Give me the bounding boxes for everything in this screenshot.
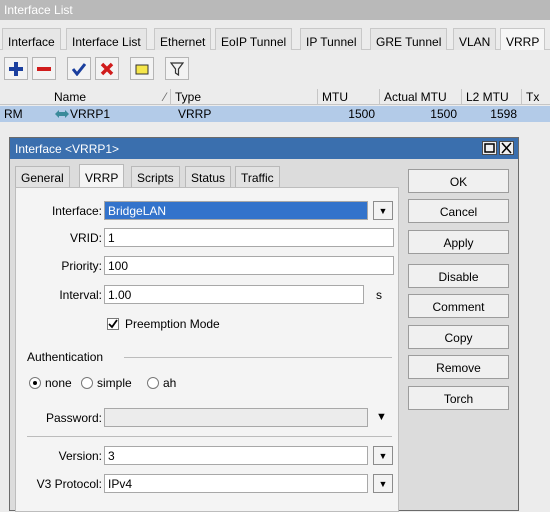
- filter-button[interactable]: [165, 57, 189, 80]
- auth-simple-label: simple: [97, 376, 132, 390]
- vrid-label: VRID:: [69, 231, 102, 245]
- dropdown-icon: ▼: [378, 205, 388, 216]
- table-header: Name ⁄ Type MTU Actual MTU L2 MTU Tx: [0, 89, 550, 105]
- auth-none-label: none: [45, 376, 72, 390]
- col-actual-mtu[interactable]: Actual MTU: [379, 89, 461, 105]
- dropdown-icon: ▼: [378, 450, 388, 461]
- window-title: Interface List: [0, 0, 550, 20]
- tab-gre-tunnel[interactable]: GRE Tunnel: [370, 28, 448, 50]
- row-mtu: 1500: [348, 107, 375, 121]
- priority-label: Priority:: [61, 259, 102, 273]
- version-select[interactable]: 3: [104, 446, 368, 465]
- minus-icon: [37, 66, 51, 71]
- version-label: Version:: [58, 449, 102, 463]
- sort-icon: ⁄: [164, 90, 167, 104]
- copy-button[interactable]: Copy: [408, 325, 509, 349]
- vrrp-panel: Interface: BridgeLAN ▼ VRID: 1 Priority:…: [15, 187, 399, 512]
- dialog-tab-vrrp[interactable]: VRRP: [79, 164, 125, 188]
- tab-ip-tunnel[interactable]: IP Tunnel: [300, 28, 363, 50]
- enable-button[interactable]: [67, 57, 91, 80]
- preemption-checkbox[interactable]: [107, 318, 119, 330]
- auth-ah-label: ah: [163, 376, 177, 390]
- version-dropdown-button[interactable]: ▼: [373, 446, 393, 465]
- tab-vlan[interactable]: VLAN: [453, 28, 497, 50]
- tab-vrrp[interactable]: VRRP: [500, 28, 546, 50]
- password-label: Password:: [45, 411, 102, 425]
- row-type: VRRP: [178, 107, 212, 121]
- tab-interface-list[interactable]: Interface List: [66, 28, 147, 50]
- col-name[interactable]: Name: [50, 89, 168, 105]
- tab-interface[interactable]: Interface: [2, 28, 61, 50]
- filter-icon: [170, 61, 184, 76]
- radio-dot: [33, 381, 37, 385]
- note-icon: [135, 64, 149, 74]
- interval-label: Interval:: [59, 288, 102, 302]
- apply-button[interactable]: Apply: [408, 230, 509, 254]
- v3-protocol-select[interactable]: IPv4: [104, 474, 368, 493]
- dialog-tab-general[interactable]: General: [15, 166, 70, 188]
- dialog-tab-status[interactable]: Status: [185, 166, 232, 188]
- auth-simple-radio[interactable]: [81, 377, 93, 389]
- table-row[interactable]: RM VRRP1 VRRP 1500 1500 1598: [0, 106, 550, 122]
- password-input[interactable]: [104, 408, 368, 427]
- checkmark-icon: [108, 319, 118, 329]
- col-mtu[interactable]: MTU: [317, 89, 379, 105]
- row-actual-mtu: 1500: [430, 107, 457, 121]
- v3-protocol-label: V3 Protocol:: [36, 477, 102, 491]
- dialog-title: Interface <VRRP1>: [10, 138, 518, 159]
- interface-dropdown-button[interactable]: ▼: [373, 201, 393, 220]
- dialog-tab-scripts[interactable]: Scripts: [131, 166, 180, 188]
- row-l2-mtu: 1598: [490, 107, 517, 121]
- row-name: VRRP1: [70, 107, 111, 121]
- tab-eoip-tunnel[interactable]: EoIP Tunnel: [215, 28, 293, 50]
- cross-icon: [100, 62, 114, 75]
- add-button[interactable]: [4, 57, 28, 80]
- remove-button[interactable]: Remove: [408, 355, 509, 379]
- row-flags: RM: [4, 107, 23, 121]
- version-divider: [27, 436, 392, 437]
- auth-none-radio[interactable]: [29, 377, 41, 389]
- col-type[interactable]: Type: [170, 89, 317, 105]
- interface-label: Interface:: [51, 204, 102, 218]
- tab-ethernet[interactable]: Ethernet: [154, 28, 212, 50]
- maximize-button[interactable]: [482, 141, 497, 155]
- plus-icon: [9, 61, 23, 76]
- interface-tabs: Interface Interface List Ethernet EoIP T…: [0, 28, 550, 50]
- interface-select[interactable]: BridgeLAN: [104, 201, 368, 220]
- torch-button[interactable]: Torch: [408, 386, 509, 410]
- authentication-section-label: Authentication: [27, 350, 104, 364]
- vrid-input[interactable]: 1: [104, 228, 394, 247]
- close-icon: [501, 142, 512, 154]
- check-icon: [72, 62, 86, 76]
- v3-protocol-dropdown-button[interactable]: ▼: [373, 474, 393, 493]
- col-tx[interactable]: Tx: [521, 89, 550, 105]
- remove-button[interactable]: [32, 57, 56, 80]
- cancel-button[interactable]: Cancel: [408, 199, 509, 223]
- auth-divider: [124, 357, 392, 358]
- maximize-icon: [484, 143, 495, 153]
- col-l2-mtu[interactable]: L2 MTU: [461, 89, 521, 105]
- comment-button[interactable]: [130, 57, 154, 80]
- comment-button[interactable]: Comment: [408, 294, 509, 318]
- close-button[interactable]: [499, 141, 514, 155]
- password-dropdown-icon[interactable]: ▼: [376, 411, 387, 423]
- dropdown-icon: ▼: [378, 478, 388, 489]
- dialog-tab-traffic[interactable]: Traffic: [235, 166, 280, 188]
- disable-button[interactable]: [95, 57, 119, 80]
- priority-input[interactable]: 100: [104, 256, 394, 275]
- ok-button[interactable]: OK: [408, 169, 509, 193]
- interface-dialog: Interface <VRRP1> General VRRP Scripts S…: [9, 137, 519, 512]
- disable-button[interactable]: Disable: [408, 264, 509, 288]
- preemption-label: Preemption Mode: [125, 317, 220, 331]
- interval-unit: s: [376, 288, 382, 302]
- auth-ah-radio[interactable]: [147, 377, 159, 389]
- interval-input[interactable]: 1.00: [104, 285, 364, 304]
